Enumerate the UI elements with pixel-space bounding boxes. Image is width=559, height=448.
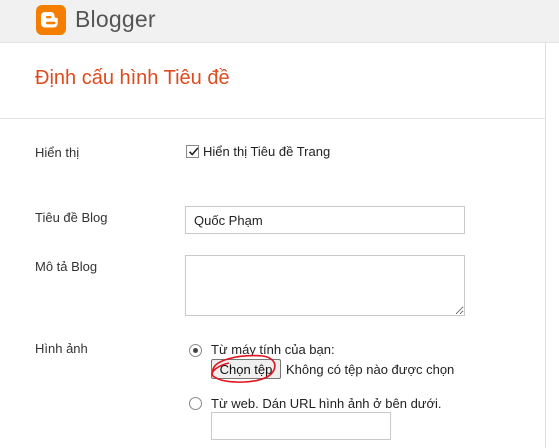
blogger-logo-icon[interactable] <box>36 5 66 35</box>
top-bar: Blogger <box>0 0 559 43</box>
blog-title-label: Tiêu đề Blog <box>35 210 108 225</box>
from-web-label[interactable]: Từ web. Dán URL hình ảnh ở bên dưới. <box>211 396 442 411</box>
show-title-checkbox[interactable] <box>186 145 199 158</box>
image-url-input[interactable] <box>211 412 391 440</box>
blog-title-input[interactable] <box>185 206 465 234</box>
brand-name: Blogger <box>75 6 156 32</box>
from-computer-label[interactable]: Từ máy tính của bạn: <box>211 342 335 357</box>
divider <box>0 118 545 119</box>
show-title-checkbox-label[interactable]: Hiển thị Tiêu đề Trang <box>203 144 330 159</box>
no-file-chosen-text: Không có tệp nào được chọn <box>286 362 455 377</box>
image-label: Hình ảnh <box>35 341 88 356</box>
blog-description-textarea[interactable] <box>185 255 465 316</box>
checkmark-icon <box>188 147 199 156</box>
radio-selected-dot <box>193 348 198 353</box>
from-computer-radio[interactable] <box>189 344 202 357</box>
from-web-radio[interactable] <box>189 397 202 410</box>
page-title: Định cấu hình Tiêu đề <box>35 67 230 89</box>
scrollbar[interactable] <box>545 42 546 448</box>
choose-file-button[interactable]: Chọn tệp <box>211 359 281 379</box>
display-label: Hiển thị <box>35 145 80 160</box>
blog-description-label: Mô tả Blog <box>35 259 98 274</box>
